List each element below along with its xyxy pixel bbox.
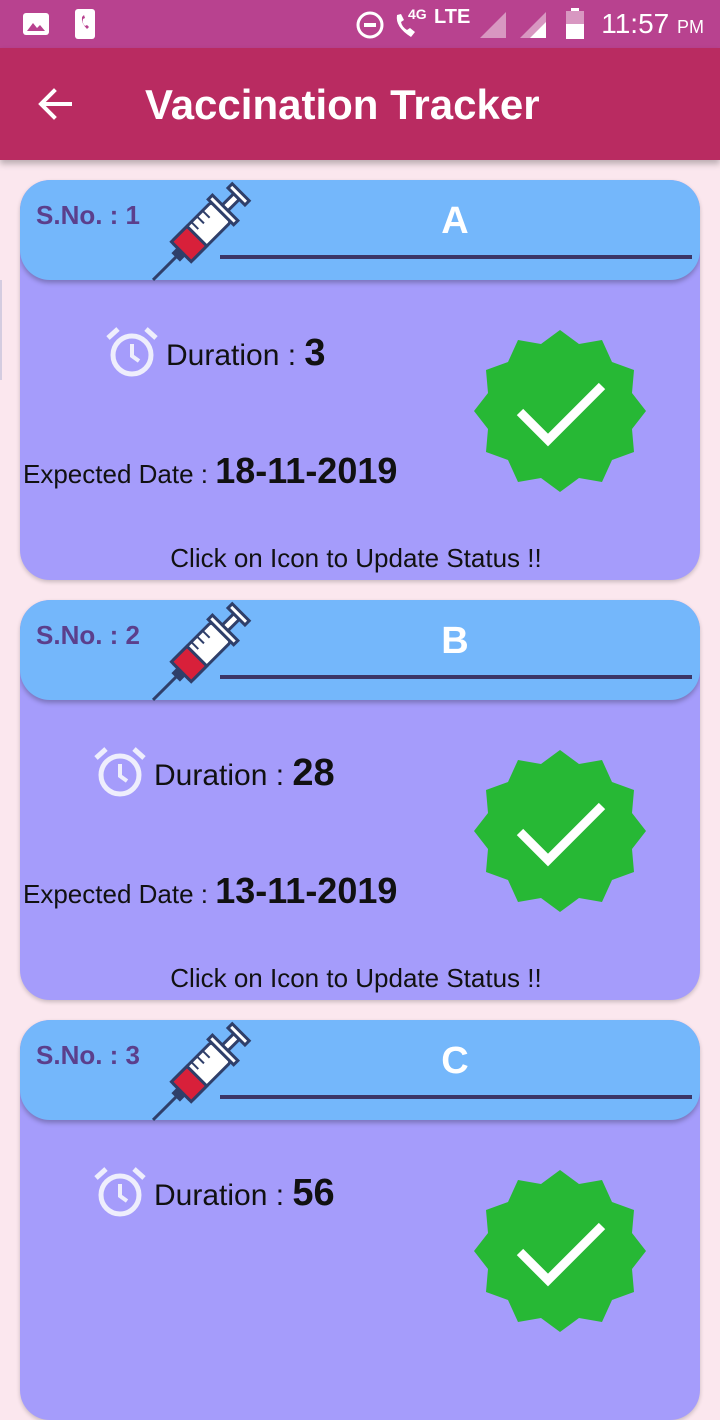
name-underline xyxy=(220,1095,692,1099)
duration-label: Duration : xyxy=(154,759,293,792)
syringe-icon xyxy=(151,181,252,282)
alarm-clock-icon xyxy=(106,327,158,377)
duration: Duration : 3 xyxy=(166,332,326,375)
expected-date: Expected Date : 18-11-2019 xyxy=(23,450,397,492)
app-bar: Vaccination Tracker xyxy=(0,48,720,160)
badge-shape xyxy=(474,330,646,492)
serial-number: S.No. : 1 xyxy=(36,200,141,230)
update-status-hint: Click on Icon to Update Status !! xyxy=(170,543,542,573)
network-type-label: 4G xyxy=(408,6,427,22)
badge-shape xyxy=(474,750,646,912)
clock-time: 11:57 xyxy=(601,8,670,39)
card-header: S.No. : 3 C xyxy=(20,1020,700,1120)
card-header: S.No. : 2 B xyxy=(20,600,700,700)
vaccine-card: S.No. : 2 B Duration: 28 Expected Date … xyxy=(20,600,700,1000)
vaccine-card: S.No. : 1 A Duration: 3 Expected Date:… xyxy=(20,180,700,580)
badge-shape xyxy=(474,1170,646,1332)
lte-label: LTE xyxy=(434,6,471,28)
clock: 11:57 PM xyxy=(601,8,704,40)
syringe-icon xyxy=(151,601,252,702)
alarm-clock-icon xyxy=(94,1167,146,1217)
card-header: S.No. : 1 A xyxy=(20,180,700,280)
do-not-disturb-icon xyxy=(356,11,384,39)
clock-ampm: PM xyxy=(677,17,704,37)
update-status-hint: Click on Icon to Update Status !! xyxy=(170,963,542,993)
serial-number: S.No. : 2 xyxy=(36,620,141,650)
name-underline xyxy=(220,675,692,679)
check-badge-icon[interactable] xyxy=(472,328,648,494)
vaccine-name: A xyxy=(441,200,469,242)
duration: Duration : 28 xyxy=(154,752,335,795)
page-title: Vaccination Tracker xyxy=(145,81,540,128)
status-bar: 4G LTE 11:57 PM xyxy=(0,0,720,48)
vaccine-name: B xyxy=(441,620,469,662)
serial-number: S.No. : 3 xyxy=(36,1040,141,1070)
battery-icon xyxy=(566,8,584,39)
expected-date: Expected Date : 13-11-2019 xyxy=(23,870,397,912)
duration-label: Duration : xyxy=(166,339,305,372)
vaccine-name: C xyxy=(441,1040,469,1082)
check-badge-icon[interactable] xyxy=(472,1168,648,1334)
duration: Duration : 56 xyxy=(154,1172,335,1215)
signal-strength-icon xyxy=(520,12,546,38)
duration-value: 28 xyxy=(292,752,335,794)
gallery-notification-icon xyxy=(23,13,49,35)
arrow-left-icon[interactable] xyxy=(30,78,82,130)
duration-label: Duration : xyxy=(154,1179,293,1212)
expected-date-label: Expected Date : xyxy=(23,459,216,489)
vaccine-card: S.No. : 3 C Duration: 56 xyxy=(20,1020,700,1420)
expected-date-value: 18-11-2019 xyxy=(215,450,398,491)
signal-icon xyxy=(480,12,506,38)
expected-date-value: 13-11-2019 xyxy=(215,870,398,911)
check-badge-icon[interactable] xyxy=(472,748,648,914)
name-underline xyxy=(220,255,692,259)
expected-date-label: Expected Date : xyxy=(23,879,216,909)
duration-value: 56 xyxy=(292,1172,335,1214)
phone-notification-icon xyxy=(75,9,95,39)
duration-value: 3 xyxy=(304,332,326,374)
alarm-clock-icon xyxy=(94,747,146,797)
syringe-icon xyxy=(151,1021,252,1122)
edge-divider xyxy=(0,280,2,380)
